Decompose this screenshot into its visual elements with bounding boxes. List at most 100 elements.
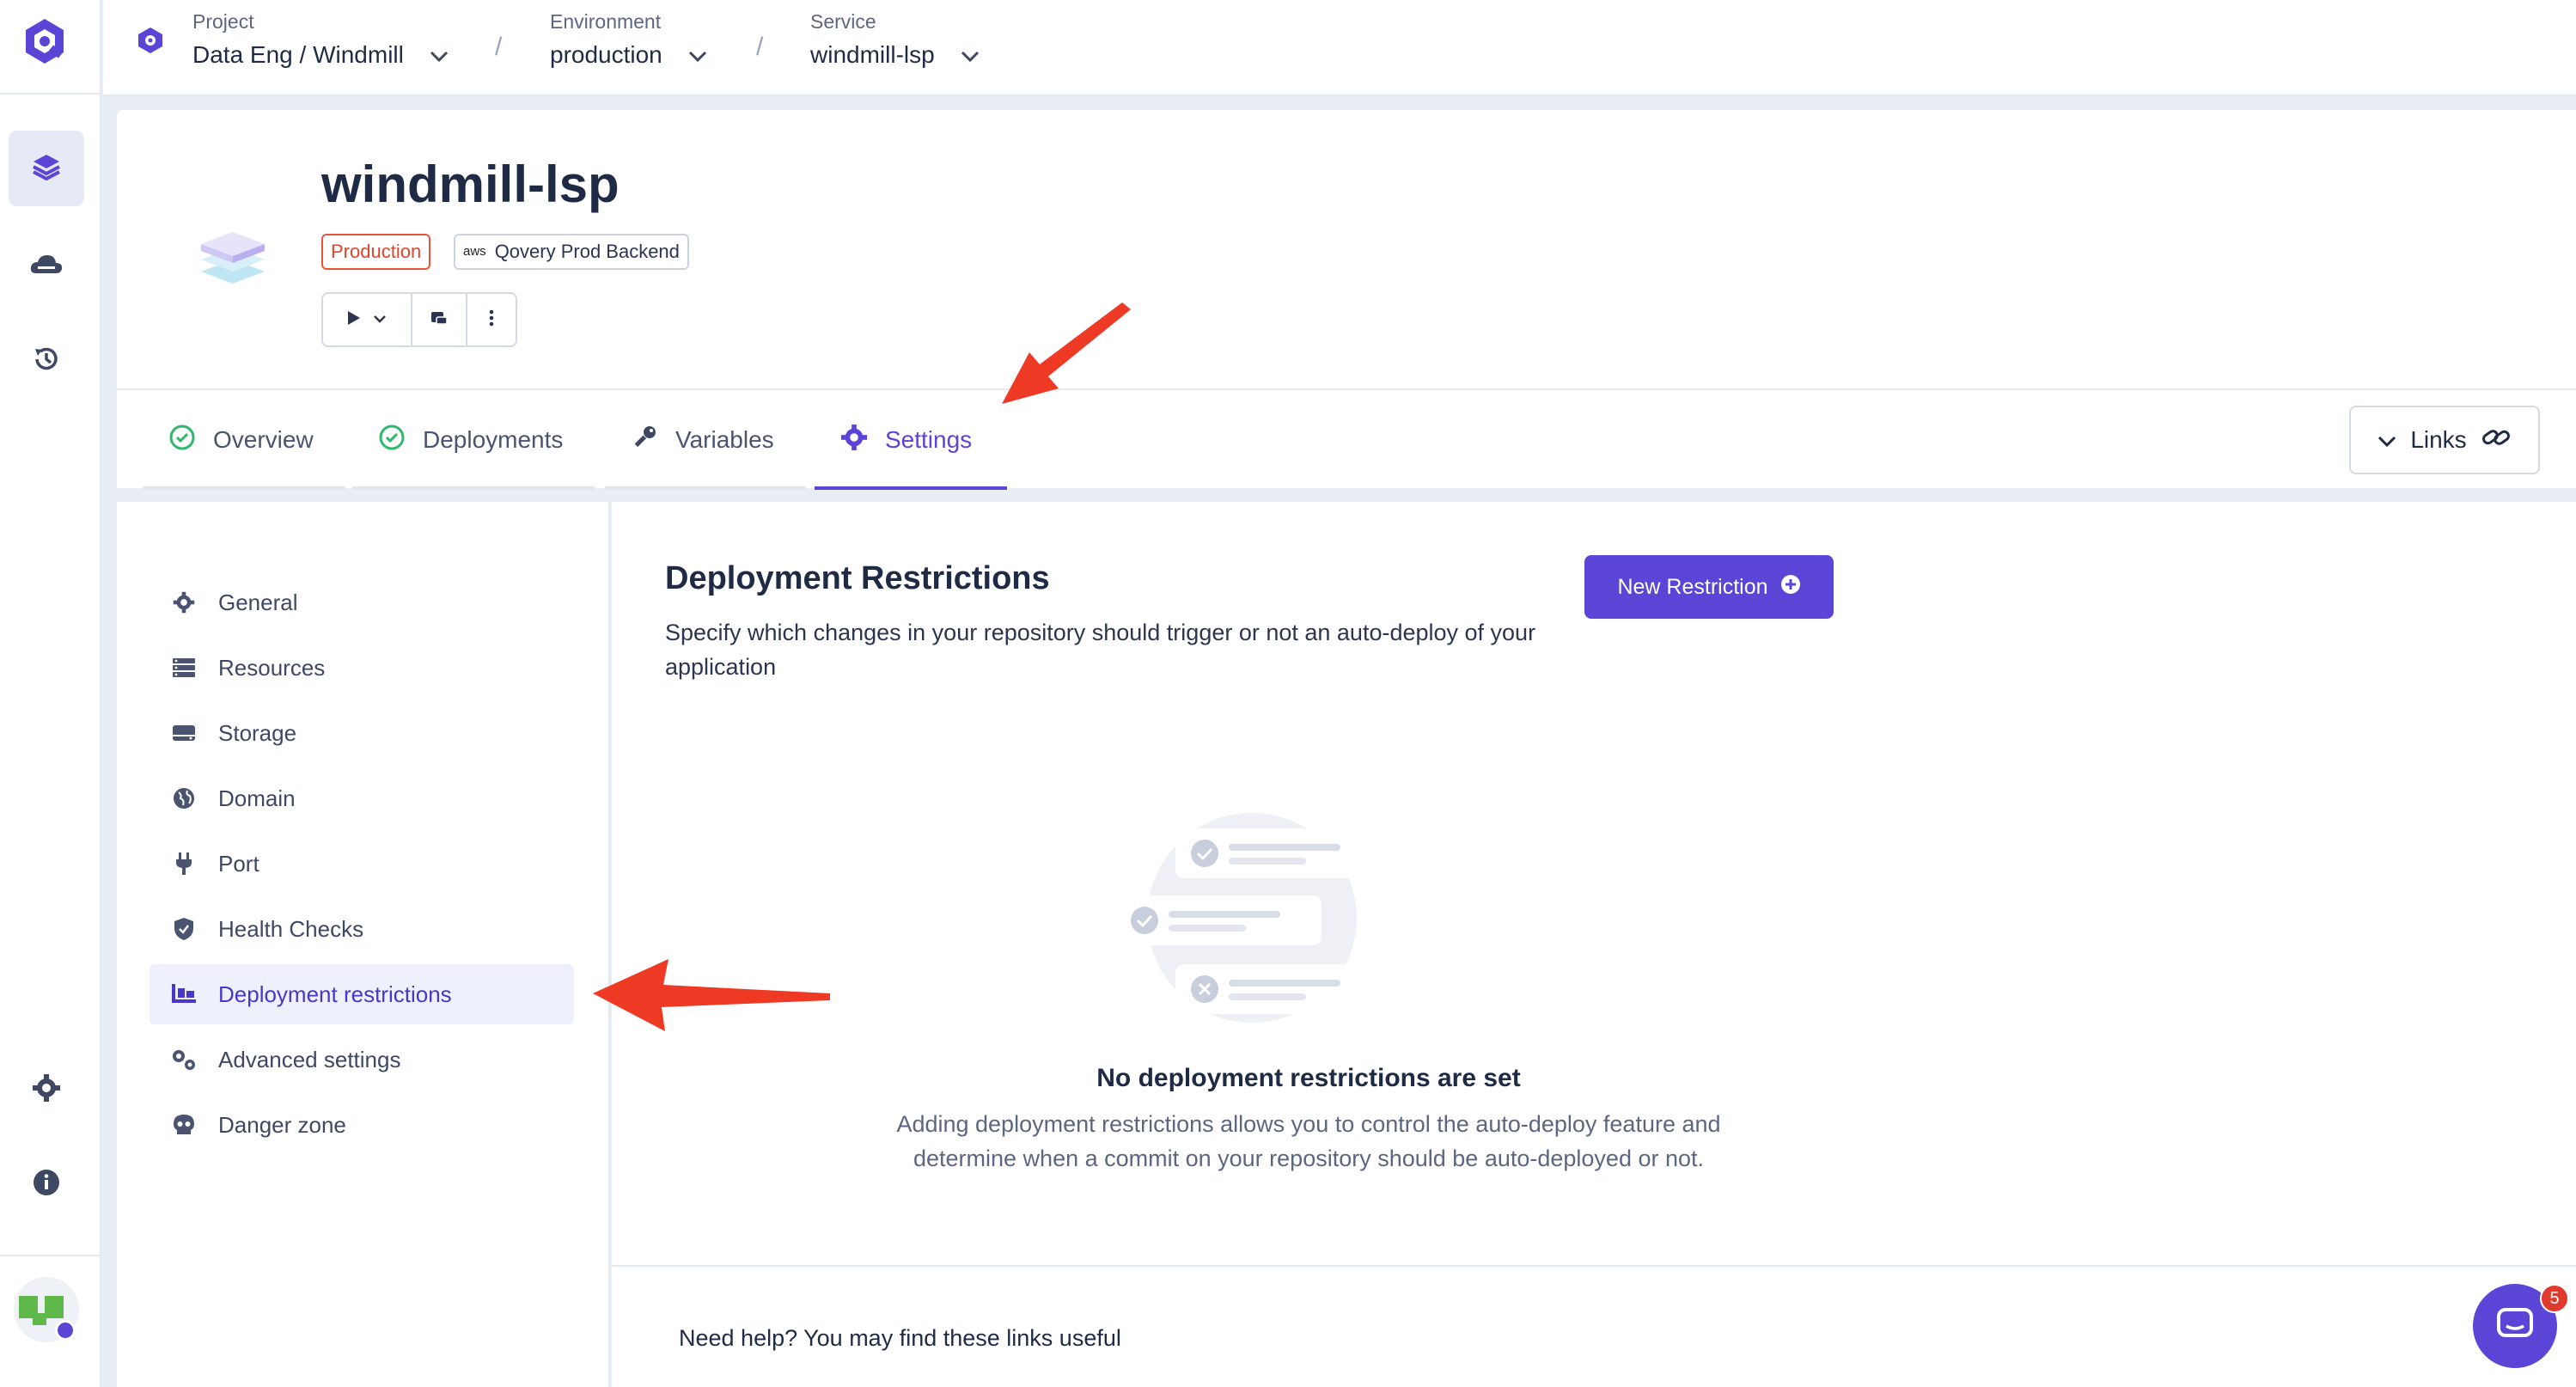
gear-icon [170, 589, 198, 616]
links-button-label: Links [2410, 426, 2467, 453]
rail-settings-button[interactable] [9, 1052, 84, 1127]
help-section-title: Need help? You may find these links usef… [679, 1325, 1121, 1351]
skull-icon [170, 1111, 198, 1139]
info-icon [32, 1168, 61, 1201]
settings-nav-label: Port [218, 850, 259, 877]
layers-icon [31, 151, 62, 186]
settings-nav-label: Health Checks [218, 915, 364, 942]
rail-clusters-button[interactable] [9, 229, 84, 304]
rail-divider [0, 93, 101, 95]
deployment-restrictions-panel: Deployment Restrictions Specify which ch… [612, 502, 2576, 1387]
settings-nav-danger-zone[interactable]: Danger zone [150, 1095, 574, 1155]
plus-circle-icon [1780, 574, 1801, 601]
chevron-down-icon [430, 41, 449, 69]
rail-history-button[interactable] [9, 323, 84, 399]
chevron-down-icon [373, 312, 387, 327]
settings-nav-general[interactable]: General [150, 572, 574, 632]
section-title: Deployment Restrictions [665, 560, 1050, 596]
empty-state-title: No deployment restrictions are set [1096, 1064, 1521, 1092]
tab-settings-label: Settings [885, 426, 973, 453]
settings-nav-label: Advanced settings [218, 1046, 401, 1072]
breadcrumb-environment-value: production [550, 41, 662, 68]
key-icon [631, 424, 658, 457]
project-logo-icon [136, 26, 165, 59]
empty-state-description: Adding deployment restrictions allows yo… [896, 1111, 1721, 1171]
cluster-badge[interactable]: aws Qovery Prod Backend [454, 234, 689, 270]
rail-divider [0, 1255, 101, 1256]
cloud-icon [29, 251, 64, 283]
settings-nav-label: Storage [218, 719, 297, 746]
settings-nav-label: General [218, 589, 298, 615]
links-button[interactable]: Links [2349, 406, 2540, 474]
gear-icon [32, 1073, 61, 1107]
chevron-down-icon [2378, 426, 2396, 454]
breadcrumb-project[interactable]: Project Data Eng / Windmill [192, 9, 449, 76]
unread-badge: 5 [2540, 1284, 2569, 1313]
environment-badge: Production [321, 234, 431, 270]
deploy-button[interactable] [323, 294, 412, 345]
check-circle-icon [168, 424, 196, 457]
gears-icon [170, 1046, 198, 1073]
breadcrumb-environment-label: Environment [550, 10, 662, 33]
breadcrumb-service[interactable]: Service windmill-lsp [810, 9, 980, 76]
rail-services-button[interactable] [9, 131, 84, 206]
service-stack-icon [194, 215, 272, 292]
tab-variables[interactable]: Variables [605, 390, 806, 490]
globe-icon [170, 785, 198, 812]
tab-settings[interactable]: Settings [815, 390, 1007, 490]
tab-deployments[interactable]: Deployments [352, 390, 595, 490]
tab-underline [352, 486, 595, 490]
qovery-logo-icon[interactable] [17, 14, 72, 69]
tab-overview-label: Overview [213, 426, 314, 453]
section-description: Specify which changes in your repository… [665, 620, 1536, 680]
breadcrumb-service-value: windmill-lsp [810, 41, 935, 68]
hdd-icon [170, 719, 198, 747]
settings-nav-advanced-settings[interactable]: Advanced settings [150, 1030, 574, 1090]
breadcrumb-project-label: Project [192, 10, 254, 33]
service-tabs: Overview Deployments Variables Settings … [117, 388, 2576, 490]
left-rail [0, 0, 101, 1387]
settings-sidebar: General Resources Storage Domain Port He… [117, 502, 610, 1387]
chat-icon [2496, 1307, 2534, 1346]
settings-nav-storage[interactable]: Storage [150, 703, 574, 763]
aws-logo-icon: aws [463, 244, 486, 259]
service-actions [321, 292, 517, 347]
more-actions-button[interactable] [467, 294, 516, 345]
breadcrumb-project-value: Data Eng / Windmill [192, 41, 404, 68]
tab-overview[interactable]: Overview [143, 390, 345, 490]
check-circle-icon [378, 424, 406, 457]
chevron-down-icon [961, 41, 980, 69]
breadcrumb-environment[interactable]: Environment production [550, 9, 707, 76]
new-restriction-button[interactable]: New Restriction [1584, 555, 1834, 619]
tab-underline [815, 486, 1007, 490]
breadcrumb-separator: / [495, 33, 503, 61]
settings-nav-label: Domain [218, 785, 296, 811]
tab-deployments-label: Deployments [423, 426, 564, 453]
settings-nav-label: Danger zone [218, 1111, 346, 1138]
tab-underline [605, 486, 806, 490]
new-restriction-button-label: New Restriction [1617, 574, 1768, 599]
empty-state-illustration [1110, 808, 1394, 1031]
play-icon [347, 310, 361, 330]
link-icon [2481, 425, 2512, 455]
breadcrumb: Project Data Eng / Windmill / Environmen… [103, 0, 2576, 96]
avatar[interactable] [14, 1277, 79, 1342]
scroll-icon [430, 309, 449, 331]
breadcrumb-service-label: Service [810, 10, 876, 33]
logs-button[interactable] [412, 294, 467, 345]
history-icon [31, 344, 62, 379]
chevron-down-icon [688, 41, 707, 69]
settings-nav-domain[interactable]: Domain [150, 768, 574, 828]
rail-info-button[interactable] [9, 1146, 84, 1222]
cluster-badge-label: Qovery Prod Backend [494, 241, 680, 262]
settings-nav-resources[interactable]: Resources [150, 638, 574, 698]
settings-nav-label: Resources [218, 654, 326, 681]
truck-ramp-icon [170, 981, 198, 1008]
settings-nav-port[interactable]: Port [150, 834, 574, 894]
settings-nav-deployment-restrictions[interactable]: Deployment restrictions [150, 964, 574, 1024]
settings-nav-health-checks[interactable]: Health Checks [150, 899, 574, 959]
service-header: windmill-lsp Production aws Qovery Prod … [117, 110, 2576, 490]
settings-nav-label: Deployment restrictions [218, 981, 452, 1007]
more-vertical-icon [489, 309, 494, 331]
gear-icon [840, 424, 868, 457]
